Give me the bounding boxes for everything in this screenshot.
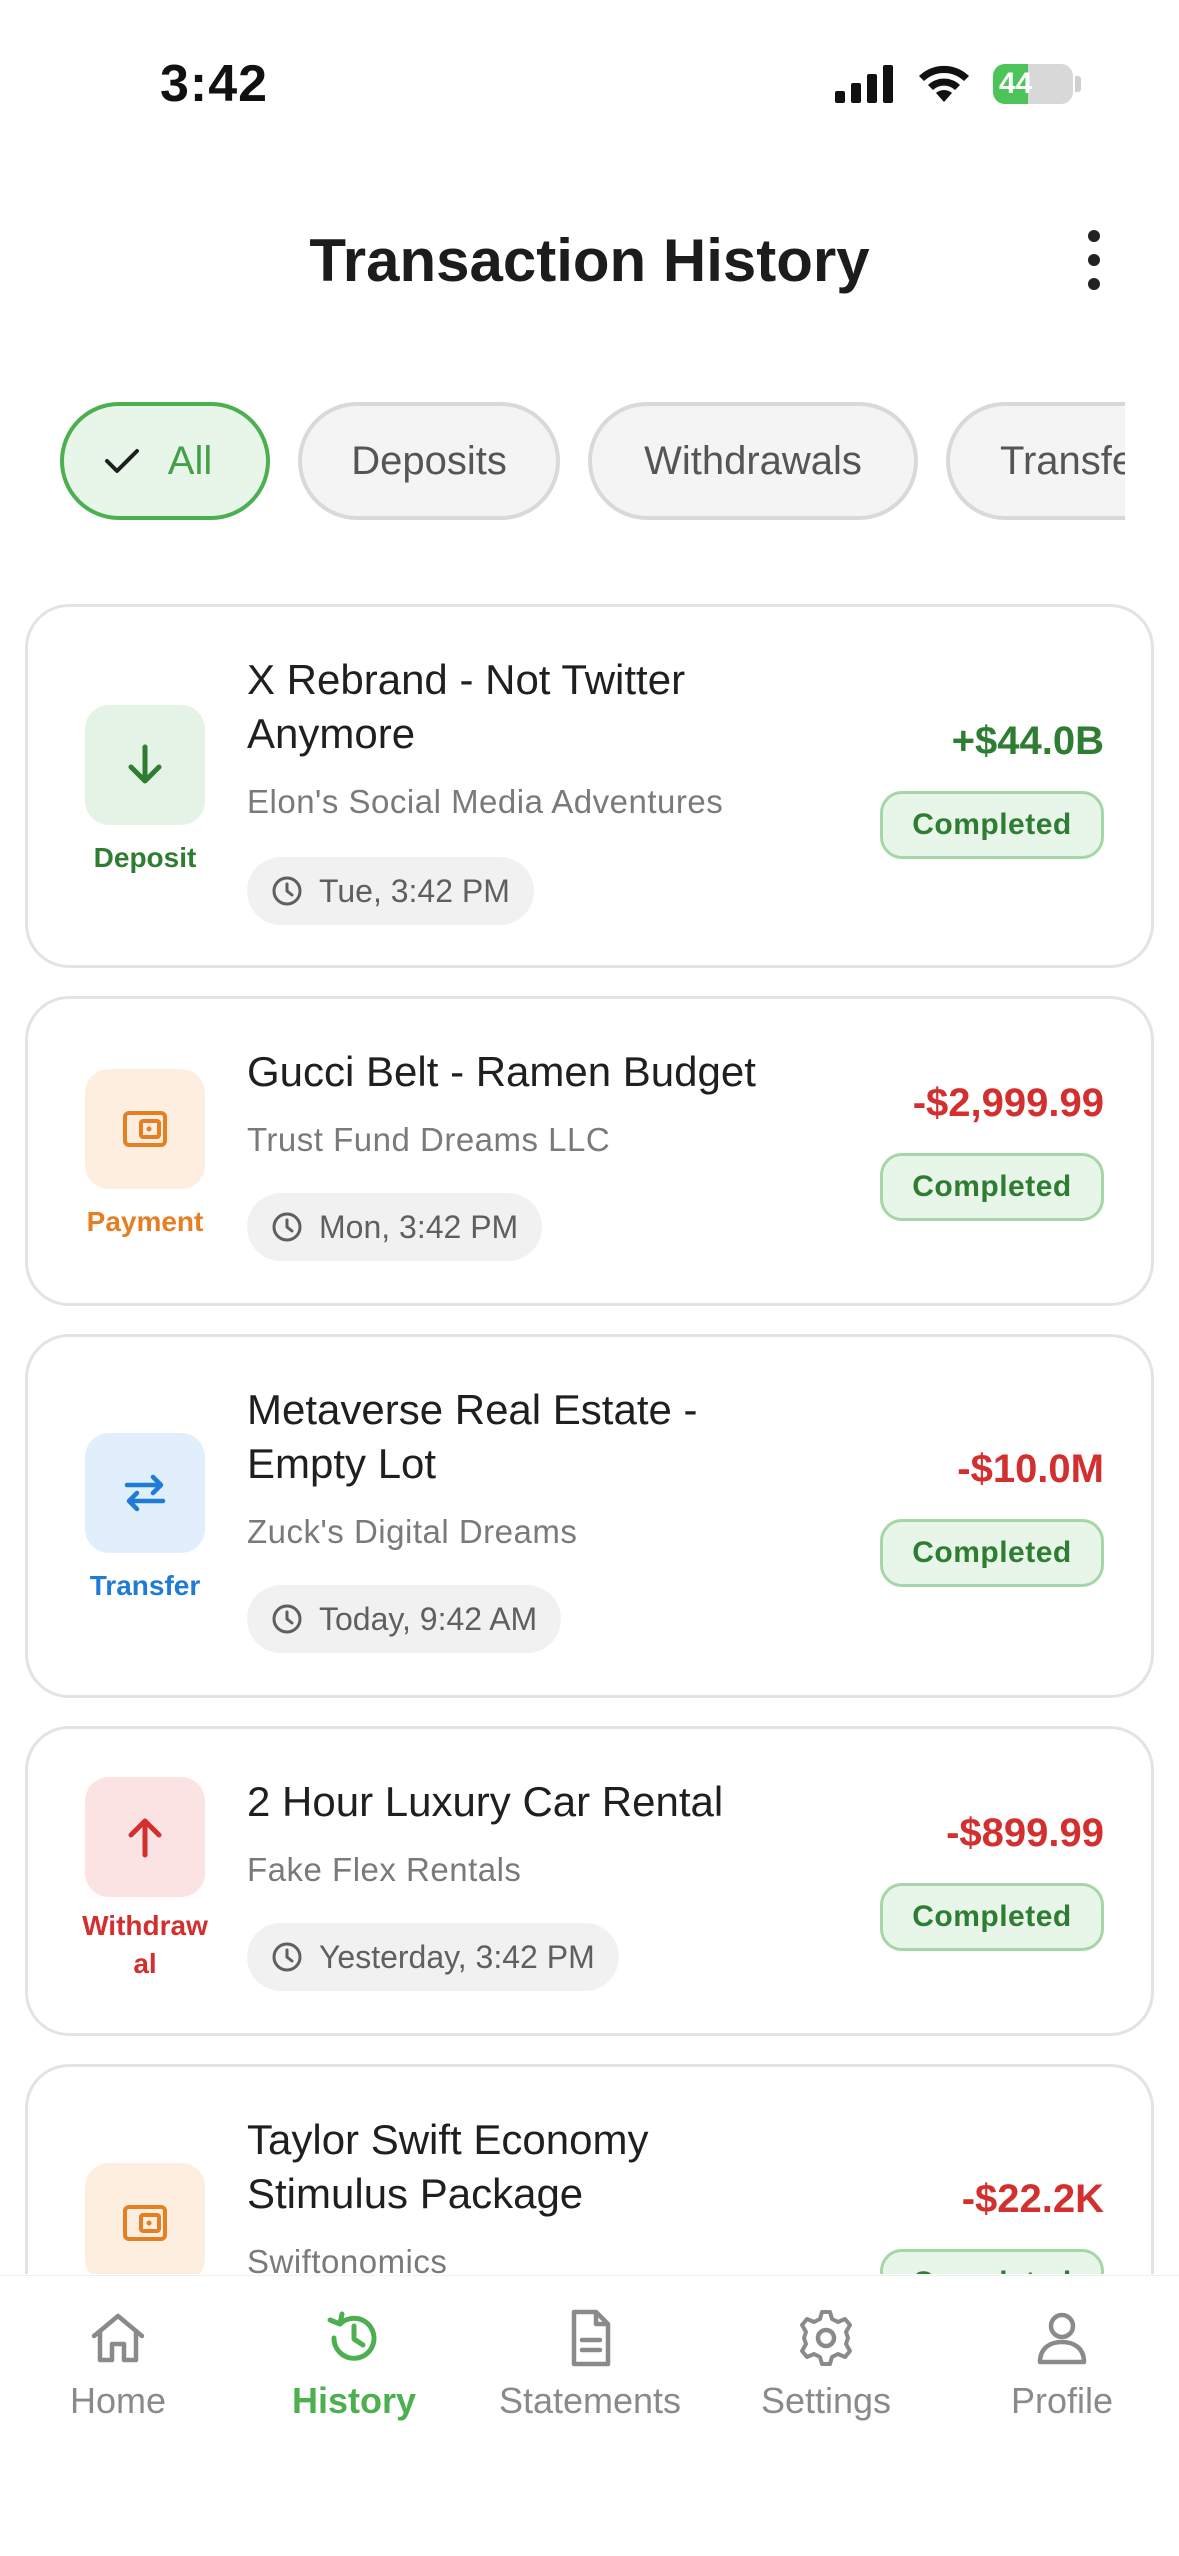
filter-chips: All Deposits Withdrawals Transfers: [60, 402, 1125, 522]
transaction-type-label: Payment: [86, 1206, 204, 1237]
bottom-navigation: Home History Statements Settings Profile: [0, 2275, 1179, 2556]
nav-item-profile[interactable]: Profile: [944, 2306, 1179, 2422]
transaction-time: Today, 9:42 AM: [247, 1585, 562, 1653]
nav-item-statements[interactable]: Statements: [472, 2306, 708, 2422]
battery-level: 44: [999, 67, 1033, 100]
transaction-merchant: Fake Flex Rentals: [247, 1851, 522, 1888]
transaction-type-label: Transfer: [89, 1570, 201, 1601]
transaction-title: Gucci Belt - Ramen Budget: [247, 1048, 756, 1095]
status-badge: Completed: [880, 1883, 1104, 1951]
battery-indicator: 44: [993, 64, 1081, 104]
transaction-card[interactable]: Payment Gucci Belt - Ramen Budget Trust …: [25, 996, 1154, 1306]
transaction-amount: -$10.0M: [957, 1447, 1104, 1491]
transaction-time-text: Mon, 3:42 PM: [319, 1208, 519, 1245]
gear-icon: [800, 2310, 852, 2366]
nav-label: Settings: [760, 2380, 892, 2421]
filter-chip-transfers[interactable]: Transfers: [946, 402, 1125, 520]
more-dot-icon: [1088, 230, 1100, 242]
status-badge: Completed: [880, 791, 1104, 859]
filter-chip-all[interactable]: All: [60, 402, 270, 520]
filter-chip-label: Transfers: [1000, 438, 1125, 483]
withdrawal-icon: [85, 1777, 205, 1897]
transaction-amount: -$899.99: [946, 1811, 1104, 1855]
filter-chip-label: Withdrawals: [644, 438, 862, 483]
transaction-amount: -$22.2K: [961, 2177, 1104, 2221]
status-time: 3:42: [160, 55, 269, 113]
transaction-title: 2 Hour Luxury Car Rental: [247, 1778, 724, 1825]
status-badge: Completed: [880, 2249, 1104, 2274]
more-options-button[interactable]: [1079, 230, 1109, 290]
filter-chip-label: Deposits: [351, 438, 507, 483]
page-title: Transaction History: [309, 227, 870, 294]
wifi-icon: [919, 65, 969, 102]
transaction-title: Metaverse Real Estate - Empty Lot: [247, 1386, 698, 1487]
transaction-type-label: Withdraw al: [82, 1910, 208, 1979]
check-icon: [104, 449, 139, 473]
transaction-time: Yesterday, 3:42 PM: [247, 1923, 619, 1991]
status-badge: Completed: [880, 1153, 1104, 1221]
transaction-card[interactable]: Withdraw al 2 Hour Luxury Car Rental Fak…: [25, 1726, 1154, 2036]
transaction-type-label: Deposit: [93, 842, 197, 873]
clock-icon: [272, 876, 302, 906]
wallet-icon: [85, 1069, 205, 1189]
clock-icon: [272, 1212, 302, 1242]
transaction-title: Taylor Swift Economy Stimulus Package: [247, 2116, 649, 2217]
transaction-merchant: Swiftonomics: [247, 2243, 448, 2274]
transaction-card[interactable]: Deposit X Rebrand - Not Twitter Anymore …: [25, 604, 1154, 968]
transaction-time-text: Yesterday, 3:42 PM: [319, 1938, 595, 1975]
nav-label: Profile: [1010, 2380, 1114, 2421]
history-icon: [327, 2311, 377, 2361]
transaction-card[interactable]: Payment Taylor Swift Economy Stimulus Pa…: [25, 2064, 1154, 2274]
transaction-merchant: Trust Fund Dreams LLC: [247, 1121, 611, 1158]
nav-item-settings[interactable]: Settings: [708, 2306, 944, 2422]
clock-icon: [272, 1942, 302, 1972]
transaction-amount: +$44.0B: [951, 719, 1104, 763]
more-dot-icon: [1088, 278, 1100, 290]
app-header: Transaction History: [0, 200, 1179, 320]
nav-label: Home: [69, 2380, 167, 2421]
home-icon: [91, 2313, 145, 2363]
nav-label: History: [291, 2380, 417, 2421]
nav-item-home[interactable]: Home: [0, 2306, 236, 2422]
person-icon: [1037, 2312, 1087, 2365]
transaction-merchant: Zuck's Digital Dreams: [247, 1513, 578, 1550]
transaction-time: Mon, 3:42 PM: [247, 1193, 543, 1261]
transaction-time: Tue, 3:42 PM: [247, 857, 534, 925]
filter-chip-label: All: [167, 438, 213, 483]
nav-label: Statements: [498, 2380, 682, 2421]
transaction-amount: -$2,999.99: [912, 1081, 1104, 1125]
signal-icon: [835, 65, 893, 103]
transfer-icon: [85, 1433, 205, 1553]
more-dot-icon: [1088, 254, 1100, 266]
transaction-time-text: Today, 9:42 AM: [319, 1600, 538, 1637]
filter-chip-withdrawals[interactable]: Withdrawals: [588, 402, 918, 520]
transaction-card[interactable]: Transfer Metaverse Real Estate - Empty L…: [25, 1334, 1154, 1698]
transaction-title: X Rebrand - Not Twitter Anymore: [247, 656, 686, 757]
status-badge: Completed: [880, 1519, 1104, 1587]
status-icons: 44: [835, 64, 1081, 104]
deposit-icon: [85, 705, 205, 825]
clock-icon: [272, 1604, 302, 1634]
transaction-time-text: Tue, 3:42 PM: [319, 872, 510, 909]
status-bar: 3:42 44: [0, 0, 1179, 150]
nav-item-history[interactable]: History: [236, 2306, 472, 2422]
document-icon: [571, 2309, 611, 2367]
transaction-merchant: Elon's Social Media Adventures: [247, 783, 724, 820]
filter-chip-deposits[interactable]: Deposits: [298, 402, 560, 520]
transaction-list: Deposit X Rebrand - Not Twitter Anymore …: [25, 604, 1154, 2274]
wallet-icon: [85, 2163, 205, 2274]
